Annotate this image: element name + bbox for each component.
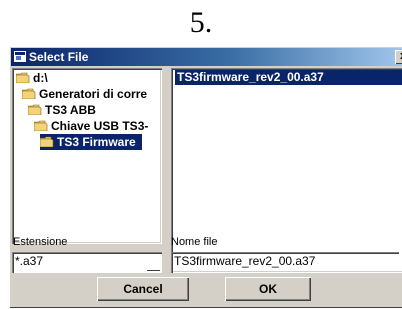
open-folder-icon: [34, 120, 48, 131]
ok-button[interactable]: OK: [225, 277, 311, 301]
directory-label: TS3 ABB: [45, 103, 96, 117]
directory-item-selected[interactable]: TS3 Firmware: [40, 134, 142, 150]
filename-label: Nome file: [171, 236, 218, 248]
window-icon: [14, 51, 26, 62]
close-button[interactable]: x: [395, 50, 402, 64]
filename-field[interactable]: TS3firmware_rev2_00.a37: [171, 252, 399, 270]
title-bar[interactable]: Select File x: [11, 48, 402, 66]
directory-item[interactable]: d:\: [16, 70, 48, 86]
cancel-button[interactable]: Cancel: [97, 277, 189, 301]
directory-item[interactable]: Chiave USB TS3-: [34, 118, 148, 134]
directory-item[interactable]: TS3 ABB: [28, 102, 96, 118]
dialog-title: Select File: [29, 50, 89, 64]
directory-label: TS3 Firmware: [57, 135, 136, 149]
extension-label: Estensione: [13, 236, 68, 248]
open-folder-icon: [40, 136, 54, 147]
open-folder-icon: [22, 88, 36, 99]
directory-label: Generatori di corre: [39, 87, 148, 101]
file-item-selected[interactable]: TS3firmware_rev2_00.a37: [175, 70, 402, 85]
open-folder-icon: [16, 72, 30, 83]
directory-label: d:\: [33, 71, 48, 85]
directory-label: Chiave USB TS3-: [51, 119, 149, 133]
extension-field[interactable]: *.a37: [12, 252, 162, 270]
open-folder-icon: [28, 104, 42, 115]
directory-item[interactable]: Generatori di corre: [22, 86, 147, 102]
step-number: 5.: [189, 6, 213, 39]
directory-list[interactable]: d:\ Generatori di corre TS3 ABB Chiave U…: [12, 68, 162, 244]
select-file-dialog: Select File x d:\ Generatori di corre TS…: [9, 46, 402, 308]
